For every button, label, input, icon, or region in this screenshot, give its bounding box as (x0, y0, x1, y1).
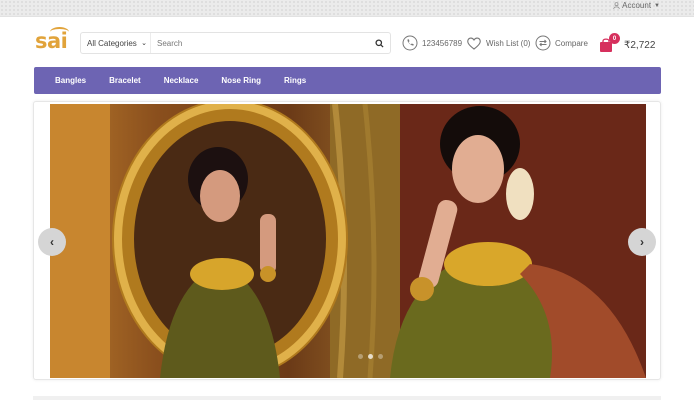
nav-item-bangles[interactable]: Bangles (55, 76, 86, 85)
cart-count-badge: 0 (609, 33, 620, 44)
wishlist-label: Wish List (0) (486, 38, 531, 48)
compare-label: Compare (555, 38, 588, 48)
hero-banner-image[interactable] (50, 104, 646, 378)
search-button[interactable] (368, 33, 390, 53)
slider-dot[interactable] (378, 354, 383, 359)
slider-dot[interactable] (358, 354, 363, 359)
hero-illustration (50, 104, 646, 378)
category-select-value: All Categories (87, 38, 137, 48)
user-icon (613, 2, 620, 9)
top-bar: Account ▼ (0, 0, 694, 17)
section-divider (33, 396, 661, 400)
account-label: Account (622, 1, 652, 10)
heart-icon (467, 37, 481, 50)
nav-item-nose-ring[interactable]: Nose Ring (221, 76, 261, 85)
header: sai All Categories ⌄ 123456789 Wish List… (0, 17, 694, 67)
cart-total: ₹2,722 (624, 40, 656, 51)
nav-item-necklace[interactable]: Necklace (164, 76, 199, 85)
slider-next-button[interactable]: › (628, 228, 656, 256)
account-menu[interactable]: Account ▼ (613, 1, 660, 10)
site-logo[interactable]: sai (35, 29, 68, 53)
category-nav: Bangles Bracelet Necklace Nose Ring Ring… (34, 67, 661, 94)
slider-dot[interactable] (368, 354, 373, 359)
chevron-down-icon: ⌄ (141, 40, 147, 47)
phone-icon (402, 35, 418, 51)
phone-contact[interactable]: 123456789 (402, 34, 462, 52)
cart-bag: 0 (598, 33, 620, 53)
hero-slider: ‹ › (33, 101, 661, 380)
slider-prev-button[interactable]: ‹ (38, 228, 66, 256)
compare-link[interactable]: Compare (535, 34, 588, 52)
nav-item-bracelet[interactable]: Bracelet (109, 76, 141, 85)
cart-button[interactable]: 0 ₹2,722 (598, 31, 655, 55)
category-select[interactable]: All Categories ⌄ (81, 33, 151, 53)
chevron-right-icon: › (640, 235, 644, 249)
phone-number: 123456789 (422, 38, 463, 48)
slider-dots (358, 354, 383, 359)
search-icon (374, 38, 384, 48)
caret-down-icon: ▼ (654, 2, 660, 9)
nav-item-rings[interactable]: Rings (284, 76, 306, 85)
chevron-left-icon: ‹ (50, 235, 54, 249)
search-input[interactable] (151, 33, 368, 53)
wishlist-link[interactable]: Wish List (0) (466, 34, 530, 52)
search-bar: All Categories ⌄ (80, 32, 391, 54)
compare-icon (535, 35, 551, 51)
